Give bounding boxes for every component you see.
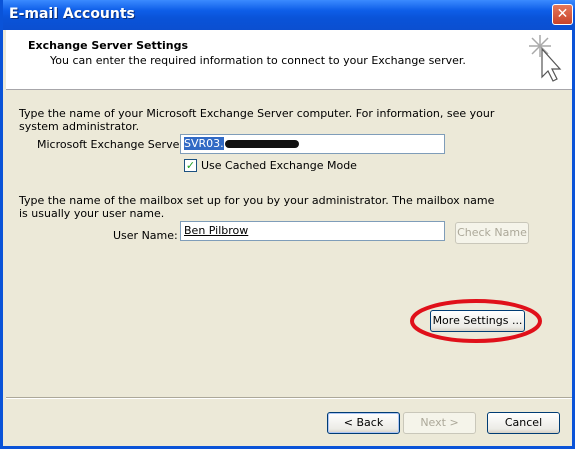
back-button[interactable]: < Back — [327, 412, 400, 434]
server-instructions-line2: system administrator. — [19, 120, 140, 133]
header-subtitle: You can enter the required information t… — [50, 54, 466, 67]
close-icon: ✕ — [556, 6, 569, 22]
footer-divider — [6, 397, 572, 399]
wizard-sparkle-cursor-icon — [529, 35, 562, 82]
username-input[interactable]: Ben Pilbrow — [180, 221, 445, 241]
header-title: Exchange Server Settings — [28, 39, 188, 52]
check-name-button[interactable]: Check Name — [455, 222, 529, 244]
next-button[interactable]: Next > — [403, 412, 476, 434]
wizard-header: Exchange Server Settings You can enter t… — [6, 30, 572, 90]
server-instructions-line1: Type the name of your Microsoft Exchange… — [19, 107, 495, 120]
cached-mode-label: Use Cached Exchange Mode — [201, 159, 357, 172]
mailbox-instructions-line1: Type the name of the mailbox set up for … — [19, 194, 495, 207]
window-title: E-mail Accounts — [9, 6, 135, 22]
exchange-server-input[interactable]: SVR03. — [180, 134, 445, 154]
close-button[interactable]: ✕ — [552, 4, 573, 25]
checkmark-icon: ✓ — [185, 159, 196, 172]
more-settings-button[interactable]: More Settings ... — [430, 310, 525, 332]
server-value: SVR03. — [184, 137, 224, 150]
cancel-button[interactable]: Cancel — [487, 412, 560, 434]
server-label: Microsoft Exchange Server: — [37, 138, 188, 151]
title-bar[interactable]: E-mail Accounts ✕ — [3, 0, 575, 30]
redaction-mark — [224, 140, 299, 148]
username-value: Ben Pilbrow — [184, 224, 249, 237]
mailbox-instructions-line2: is usually your user name. — [19, 207, 165, 220]
email-accounts-dialog: E-mail Accounts ✕ Exchange Server Settin… — [0, 0, 575, 449]
cached-mode-checkbox[interactable]: ✓ — [184, 159, 197, 172]
username-label: User Name: — [113, 229, 178, 242]
